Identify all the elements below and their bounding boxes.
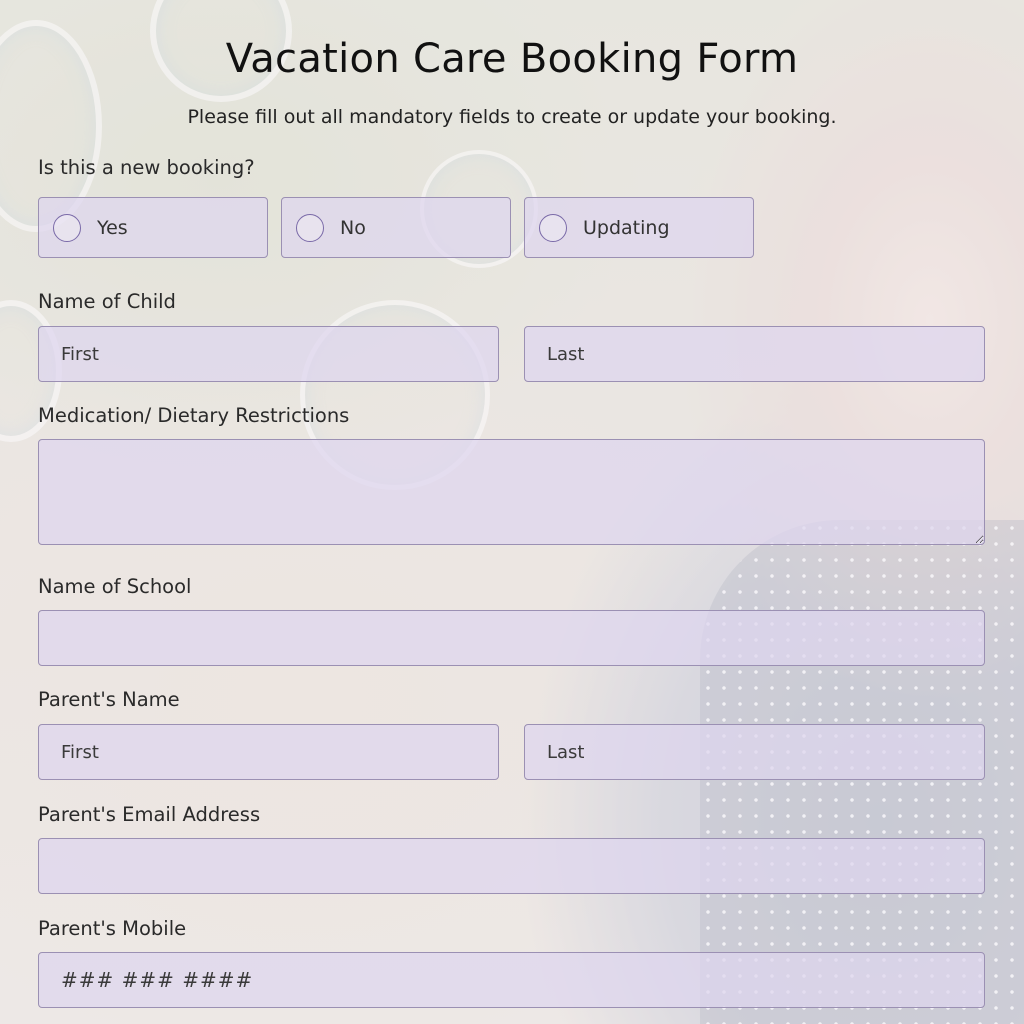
parent-mobile-label: Parent's Mobile — [38, 917, 187, 940]
radio-yes-label: Yes — [97, 216, 128, 239]
school-label: Name of School — [38, 575, 192, 598]
new-booking-label: Is this a new booking? — [38, 156, 255, 179]
radio-circle-icon — [53, 213, 81, 242]
medication-label: Medication/ Dietary Restrictions — [38, 404, 350, 427]
radio-updating-label: Updating — [583, 216, 670, 239]
parent-name-label: Parent's Name — [38, 688, 180, 711]
form-subtitle: Please fill out all mandatory fields to … — [187, 106, 837, 128]
page-title: Vacation Care Booking Form — [225, 36, 799, 82]
school-input[interactable] — [38, 610, 985, 666]
parent-last-name-input[interactable] — [524, 724, 985, 780]
medication-textarea[interactable] — [38, 439, 985, 545]
radio-yes[interactable]: Yes — [38, 197, 268, 258]
radio-circle-icon — [296, 213, 324, 242]
child-name-label: Name of Child — [38, 290, 176, 313]
radio-no-label: No — [340, 216, 366, 239]
child-first-name-input[interactable] — [38, 326, 499, 382]
booking-form: Vacation Care Booking Form Please fill o… — [0, 0, 1024, 1024]
radio-no[interactable]: No — [281, 197, 511, 258]
radio-circle-icon — [539, 213, 567, 242]
child-last-name-input[interactable] — [524, 326, 985, 382]
parent-email-label: Parent's Email Address — [38, 803, 261, 826]
radio-updating[interactable]: Updating — [524, 197, 754, 258]
parent-mobile-input[interactable] — [38, 952, 985, 1008]
parent-email-input[interactable] — [38, 838, 985, 894]
parent-first-name-input[interactable] — [38, 724, 499, 780]
